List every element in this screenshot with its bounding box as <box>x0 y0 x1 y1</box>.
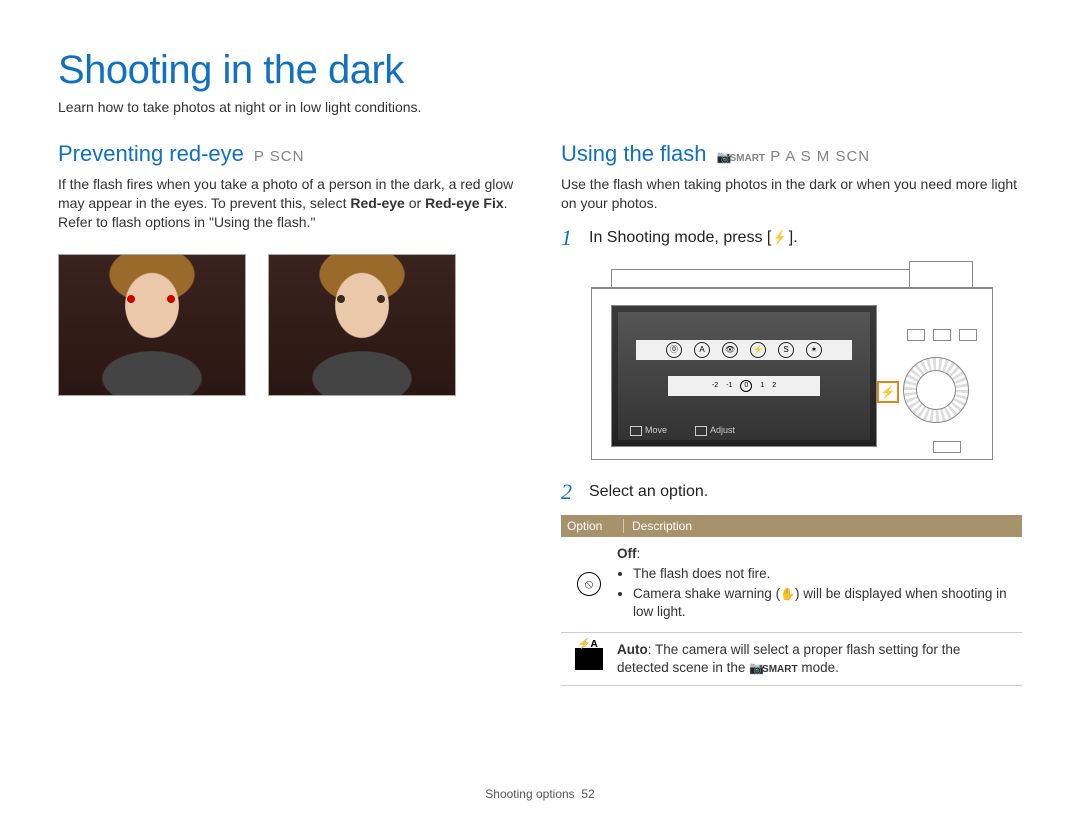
flash-slow-icon: S <box>778 342 794 358</box>
camera-button-2 <box>933 329 951 341</box>
camera-screen: ⓪ A 👁 ⚡ S ✶ -2 -1 0 1 2 <box>611 305 877 447</box>
camera-lower-button <box>933 441 961 453</box>
table-row: Auto: The camera will select a proper fl… <box>561 633 1022 686</box>
section-title: Preventing red-eye <box>58 141 244 167</box>
camera-illustration: ⓪ A 👁 ⚡ S ✶ -2 -1 0 1 2 <box>591 261 995 461</box>
move-key-icon <box>630 426 642 436</box>
step-2: 2 Select an option. <box>561 481 1022 503</box>
right-column: Using the flash SMART P A S M SCN Use th… <box>561 141 1022 686</box>
page-subtitle: Learn how to take photos at night or in … <box>58 99 1022 115</box>
ev-compensation-bar: -2 -1 0 1 2 <box>668 376 820 396</box>
left-column: Preventing red-eye P SCN If the flash fi… <box>58 141 519 686</box>
header-option: Option <box>561 519 623 533</box>
redeye-body: If the flash fires when you take a photo… <box>58 175 519 232</box>
step-number: 1 <box>561 227 579 249</box>
manual-page: Shooting in the dark Learn how to take p… <box>0 0 1080 686</box>
camera-button-1 <box>907 329 925 341</box>
section-heading-flash: Using the flash SMART P A S M SCN <box>561 141 1022 167</box>
camera-controls <box>897 329 979 423</box>
mode-labels: SMART P A S M SCN <box>717 148 871 165</box>
table-header: Option Description <box>561 515 1022 537</box>
section-heading-redeye: Preventing red-eye P SCN <box>58 141 519 167</box>
control-wheel <box>903 357 969 423</box>
option-icon-cell <box>561 641 617 677</box>
flash-options-bar: ⓪ A 👁 ⚡ S ✶ <box>636 340 852 360</box>
camera-button-3 <box>959 329 977 341</box>
shake-warning-icon: ✋ <box>780 587 795 601</box>
flash-off-icon: ⓪ <box>666 342 682 358</box>
screen-hints: Move Adjust <box>630 425 735 436</box>
options-table: Option Description ⦸ Off: The flash does… <box>561 515 1022 686</box>
flash-off-icon: ⦸ <box>577 572 601 596</box>
flash-icon: ⚡ <box>774 229 786 246</box>
header-description: Description <box>623 519 1022 533</box>
option-description: Auto: The camera will select a proper fl… <box>617 641 1022 677</box>
option-description: Off: The flash does not fire. Camera sha… <box>617 545 1022 624</box>
flash-auto-icon <box>575 648 603 670</box>
flash-button-highlight: ⚡ <box>877 381 899 403</box>
page-footer: Shooting options 52 <box>0 787 1080 801</box>
photo-redeye-after <box>268 254 456 396</box>
step-text: In Shooting mode, press [⚡]. <box>589 227 798 247</box>
adjust-key-icon <box>695 426 707 436</box>
smart-mode-icon: SMART <box>717 153 766 164</box>
smart-mode-icon: SMART <box>749 664 798 675</box>
flash-fill-icon: ⚡ <box>750 342 766 358</box>
option-icon-cell: ⦸ <box>561 545 617 624</box>
example-photos <box>58 254 519 396</box>
step-number: 2 <box>561 481 579 503</box>
flash-auto-icon: A <box>694 342 710 358</box>
section-title: Using the flash <box>561 141 707 167</box>
page-title: Shooting in the dark <box>58 48 1022 93</box>
flash-redeyefix-icon: ✶ <box>806 342 822 358</box>
table-row: ⦸ Off: The flash does not fire. Camera s… <box>561 537 1022 633</box>
photo-redeye-before <box>58 254 246 396</box>
step-text: Select an option. <box>589 481 708 501</box>
mode-labels: P SCN <box>254 148 305 165</box>
content-columns: Preventing red-eye P SCN If the flash fi… <box>58 141 1022 686</box>
flash-redeye-icon: 👁 <box>722 342 738 358</box>
flash-body: Use the flash when taking photos in the … <box>561 175 1022 213</box>
step-1: 1 In Shooting mode, press [⚡]. <box>561 227 1022 249</box>
